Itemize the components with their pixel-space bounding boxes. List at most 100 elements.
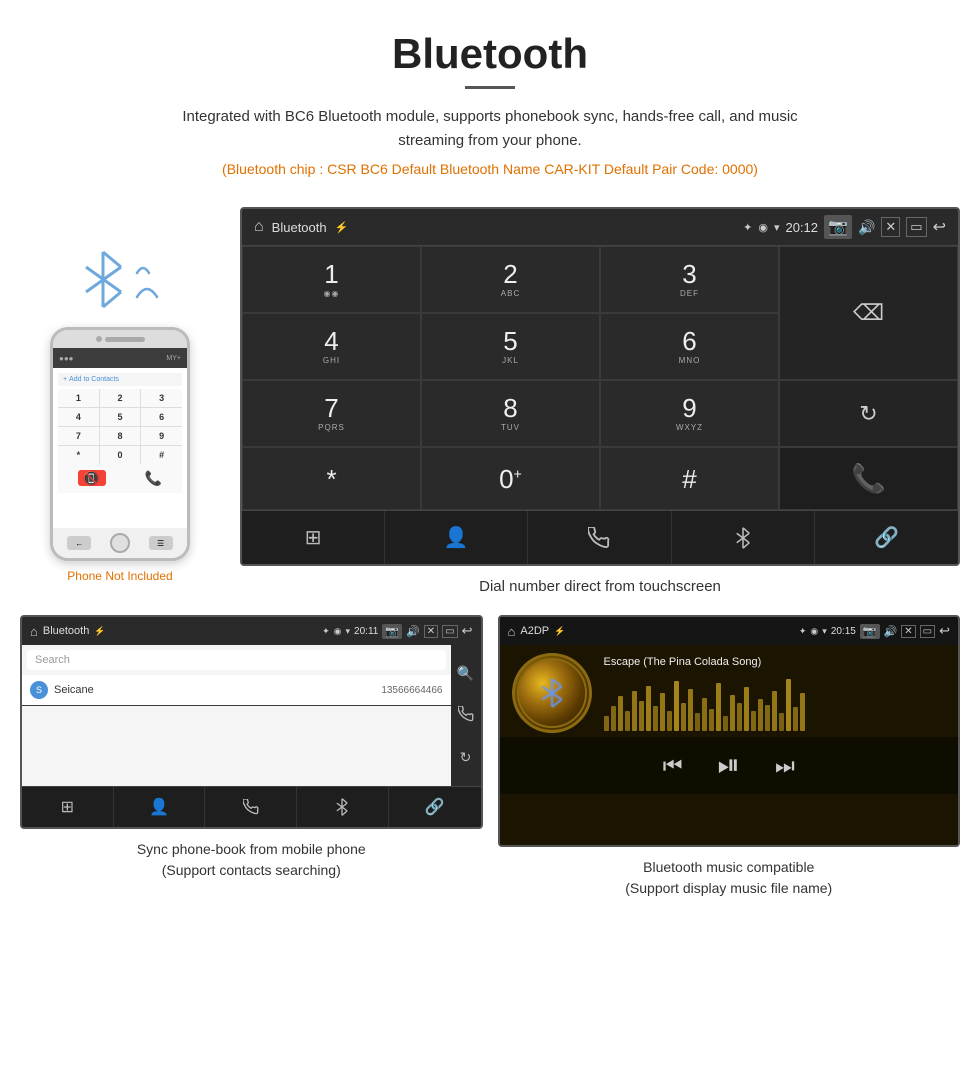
pb-side-icons: 🔍 ↻	[451, 645, 481, 786]
dial-key-star[interactable]: *	[242, 447, 421, 510]
eq-bar-14	[695, 713, 700, 731]
dial-key-3[interactable]: 3 DEF	[600, 246, 779, 313]
page-info: (Bluetooth chip : CSR BC6 Default Blueto…	[20, 161, 960, 177]
eq-bar-17	[716, 683, 721, 731]
pb-bt-btn[interactable]	[297, 787, 389, 827]
music-win-icon[interactable]: ▭	[920, 625, 935, 638]
music-camera-icon[interactable]: 📷	[860, 624, 880, 639]
eq-bar-24	[765, 705, 770, 731]
dial-refresh-cell[interactable]: ↻	[779, 380, 958, 447]
pb-search-placeholder: Search	[35, 654, 438, 666]
play-pause-btn[interactable]: ⏯	[718, 749, 740, 782]
eq-bar-7	[646, 686, 651, 731]
phone-key-8: 8	[100, 427, 141, 445]
dial-key-4[interactable]: 4 GHI	[242, 313, 421, 380]
dial-key-2[interactable]: 2 ABC	[421, 246, 600, 313]
location-icon: ◉	[758, 221, 768, 234]
page-subtitle: Integrated with BC6 Bluetooth module, su…	[180, 105, 800, 153]
music-home-icon[interactable]: ⌂	[508, 624, 516, 639]
dial-call-btn[interactable]: 📞	[779, 447, 958, 510]
music-loc-icon: ◉	[810, 626, 818, 637]
phone-key-2: 2	[100, 389, 141, 407]
next-track-btn[interactable]: ⏭	[775, 753, 795, 779]
pb-win-icon[interactable]: ▭	[442, 625, 457, 638]
pb-vol-icon[interactable]: 🔊	[406, 625, 420, 638]
dial-key-0[interactable]: 0+	[421, 447, 600, 510]
window-icon[interactable]: ▭	[906, 217, 926, 237]
music-status-left: ⌂ A2DP ⚡	[508, 624, 566, 639]
dial-key-1[interactable]: 1 ◉◉	[242, 246, 421, 313]
eq-bar-27	[786, 679, 791, 731]
pb-refresh-side-icon[interactable]: ↻	[460, 749, 472, 766]
signal-waves	[135, 261, 165, 299]
pb-grid-btn[interactable]: ⊞	[22, 787, 114, 827]
pb-back-icon[interactable]: ↩	[462, 623, 473, 639]
dialpad-caption: Dial number direct from touchscreen	[240, 578, 960, 595]
dial-key-6[interactable]: 6 MNO	[600, 313, 779, 380]
call-icon: 📞	[851, 462, 886, 495]
pb-search-side-icon[interactable]: 🔍	[457, 665, 474, 682]
close-icon[interactable]: ✕	[881, 217, 900, 237]
eq-bar-13	[688, 689, 693, 731]
phone-key-9: 9	[141, 427, 182, 445]
eq-bar-16	[709, 709, 714, 731]
music-vol-icon[interactable]: 🔊	[884, 625, 898, 638]
pb-content-area: Search S Seicane 13566664466 🔍	[22, 645, 481, 786]
eq-bar-26	[779, 713, 784, 731]
phone-key-5: 5	[100, 408, 141, 426]
phone-camera	[96, 336, 102, 342]
page-header: Bluetooth Integrated with BC6 Bluetooth …	[0, 0, 980, 207]
phone-status: MY+	[166, 355, 181, 362]
pb-link-btn[interactable]: 🔗	[389, 787, 481, 827]
eq-bar-18	[723, 716, 728, 731]
music-close-icon[interactable]: ✕	[901, 625, 915, 638]
music-status-bar: ⌂ A2DP ⚡ ✦ ◉ ▾ 20:15 📷 🔊 ✕ ▭ ↩	[500, 617, 959, 645]
dialpad-grid-icon[interactable]: ⊞	[242, 511, 385, 564]
dialpad-link-icon[interactable]: 🔗	[815, 511, 958, 564]
music-back-icon[interactable]: ↩	[939, 623, 950, 639]
phone-keypad: 1 2 3 4 5 6 7 8 9 * 0 #	[58, 389, 182, 464]
screen-title: Bluetooth	[272, 220, 327, 235]
pb-title: Bluetooth	[43, 625, 89, 637]
eq-bar-1	[604, 716, 609, 731]
pb-close-icon[interactable]: ✕	[424, 625, 438, 638]
bottom-panels: ⌂ Bluetooth ⚡ ✦ ◉ ▾ 20:11 📷 🔊 ✕ ▭ ↩	[0, 615, 980, 929]
phone-top-bar	[53, 330, 187, 348]
dialpad-bt-icon[interactable]	[672, 511, 815, 564]
dial-key-9[interactable]: 9 WXYZ	[600, 380, 779, 447]
dial-key-8[interactable]: 8 TUV	[421, 380, 600, 447]
pb-search-bar[interactable]: Search	[27, 650, 446, 670]
home-icon[interactable]: ⌂	[254, 218, 264, 236]
dial-key-5[interactable]: 5 JKL	[421, 313, 600, 380]
pb-user-btn[interactable]: 👤	[114, 787, 206, 827]
phone-key-7: 7	[58, 427, 99, 445]
pb-phone-btn[interactable]	[205, 787, 297, 827]
prev-track-btn[interactable]: ⏮	[663, 753, 683, 779]
phonebook-screen: ⌂ Bluetooth ⚡ ✦ ◉ ▾ 20:11 📷 🔊 ✕ ▭ ↩	[20, 615, 483, 829]
main-content: ●●● MY+ +Add to Contacts 1 2 3 4 5 6 7 8…	[0, 207, 980, 615]
music-album-art	[512, 653, 592, 733]
dial-key-hash[interactable]: #	[600, 447, 779, 510]
dialpad-phone-icon[interactable]	[528, 511, 671, 564]
pb-list-area: Search S Seicane 13566664466	[22, 645, 451, 786]
camera-icon[interactable]: 📷	[824, 215, 852, 239]
dial-key-7[interactable]: 7 PQRS	[242, 380, 421, 447]
dialpad-user-icon[interactable]: 👤	[385, 511, 528, 564]
dial-backspace-cell[interactable]: ⌫	[779, 246, 958, 380]
pb-contact-row[interactable]: S Seicane 13566664466	[22, 675, 451, 706]
pb-call-side-icon[interactable]	[458, 706, 474, 725]
pb-camera-icon[interactable]: 📷	[382, 624, 402, 639]
pb-time: 20:11	[354, 626, 378, 637]
eq-bar-11	[674, 681, 679, 731]
volume-icon[interactable]: 🔊	[858, 219, 875, 236]
eq-bar-23	[758, 699, 763, 731]
pb-home-icon[interactable]: ⌂	[30, 624, 38, 639]
page-title: Bluetooth	[20, 30, 960, 78]
phonebook-caption: Sync phone-book from mobile phone (Suppo…	[137, 839, 366, 881]
phone-speaker	[105, 337, 145, 342]
bluetooth-icon-area	[76, 247, 165, 312]
music-wifi-icon: ▾	[822, 626, 827, 637]
back-icon[interactable]: ↩	[933, 217, 946, 237]
music-usb-icon: ⚡	[554, 626, 565, 637]
music-info: Escape (The Pina Colada Song)	[604, 656, 947, 731]
